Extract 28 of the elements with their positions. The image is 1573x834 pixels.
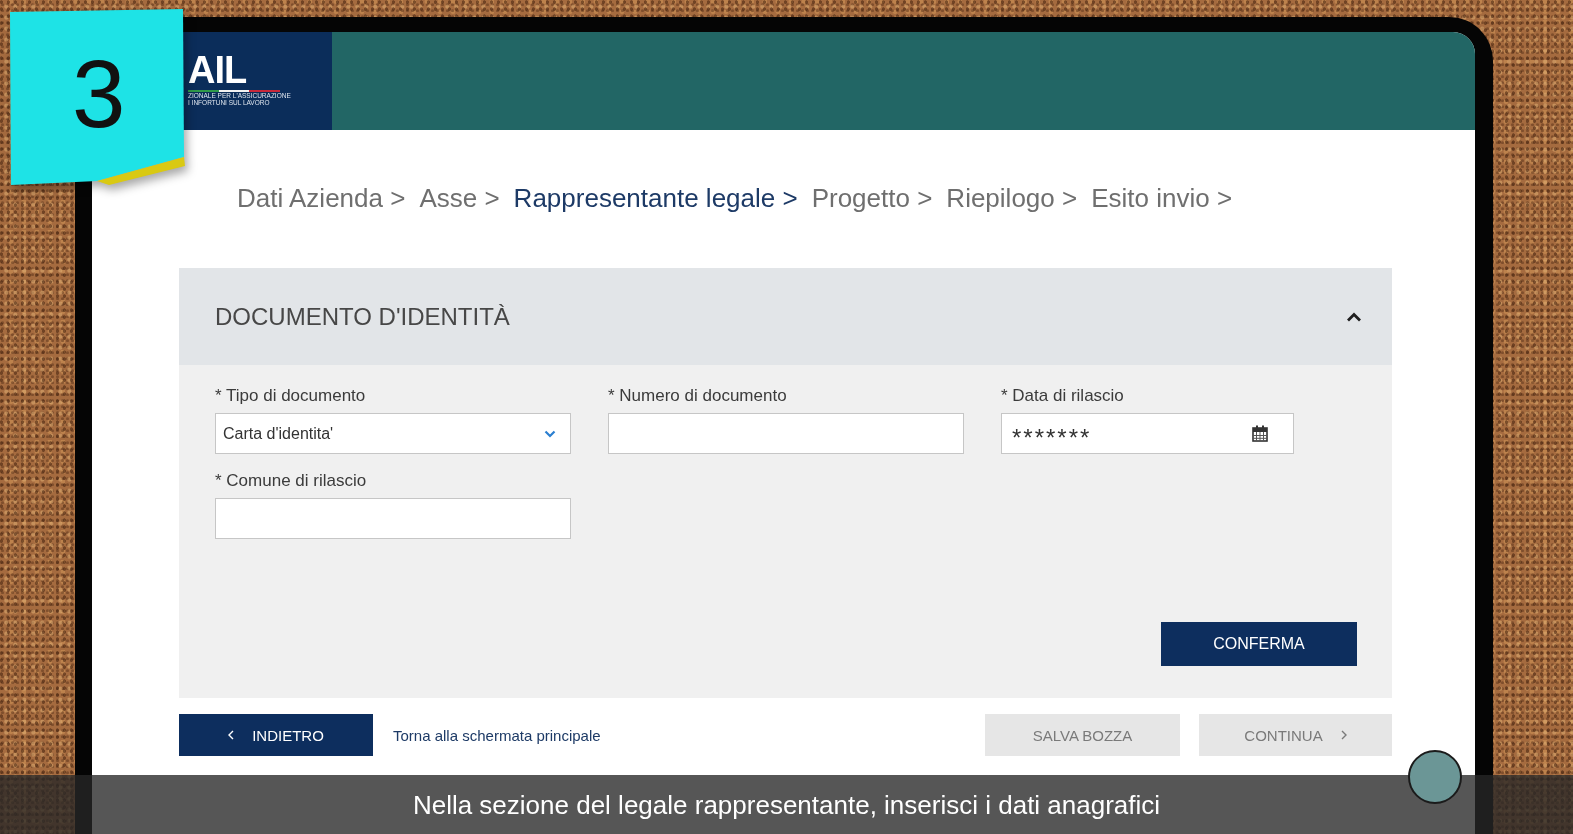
input-field[interactable] — [215, 498, 571, 539]
back-button[interactable]: INDIETRO — [179, 714, 373, 756]
breadcrumb-step: Asse > — [419, 178, 500, 218]
calendar-icon — [1252, 425, 1268, 442]
panel-title: DOCUMENTO D'IDENTITÀ — [215, 302, 510, 331]
chevron-down-icon — [544, 429, 556, 438]
caption-text: Nella sezione del legale rappresentante, inserisci i dati anagrafici — [412, 788, 1161, 821]
home-link[interactable]: Torna alla schermata principale — [393, 726, 601, 744]
select-field[interactable]: Carta d'identita' — [215, 413, 571, 454]
field-label: * Numero di documento — [608, 385, 787, 407]
input-field[interactable] — [608, 413, 964, 454]
breadcrumb-step: Dati Azienda > — [237, 178, 406, 218]
breadcrumb-step: Progetto > — [811, 178, 933, 218]
step-number: 3 — [72, 44, 126, 144]
chevron-left-icon — [228, 730, 235, 740]
breadcrumb-step: Esito invio > — [1091, 178, 1233, 218]
field-label: * Comune di rilascio — [215, 470, 367, 492]
date-field[interactable]: ******* — [1001, 413, 1294, 454]
continue-button[interactable]: CONTINUA — [1199, 714, 1392, 756]
breadcrumb-step: Rappresentante legale > — [513, 178, 798, 218]
chevron-right-icon — [1340, 730, 1347, 740]
confirm-button[interactable]: CONFERMA — [1161, 622, 1357, 666]
field-label: * Tipo di documento — [215, 385, 366, 407]
logo-text: AIL — [188, 52, 247, 88]
breadcrumb-step: Riepilogo > — [946, 178, 1078, 218]
field-label: * Data di rilascio — [1001, 385, 1124, 407]
chevron-up-icon[interactable] — [1346, 311, 1362, 322]
logo-stripe-icon — [188, 90, 280, 92]
